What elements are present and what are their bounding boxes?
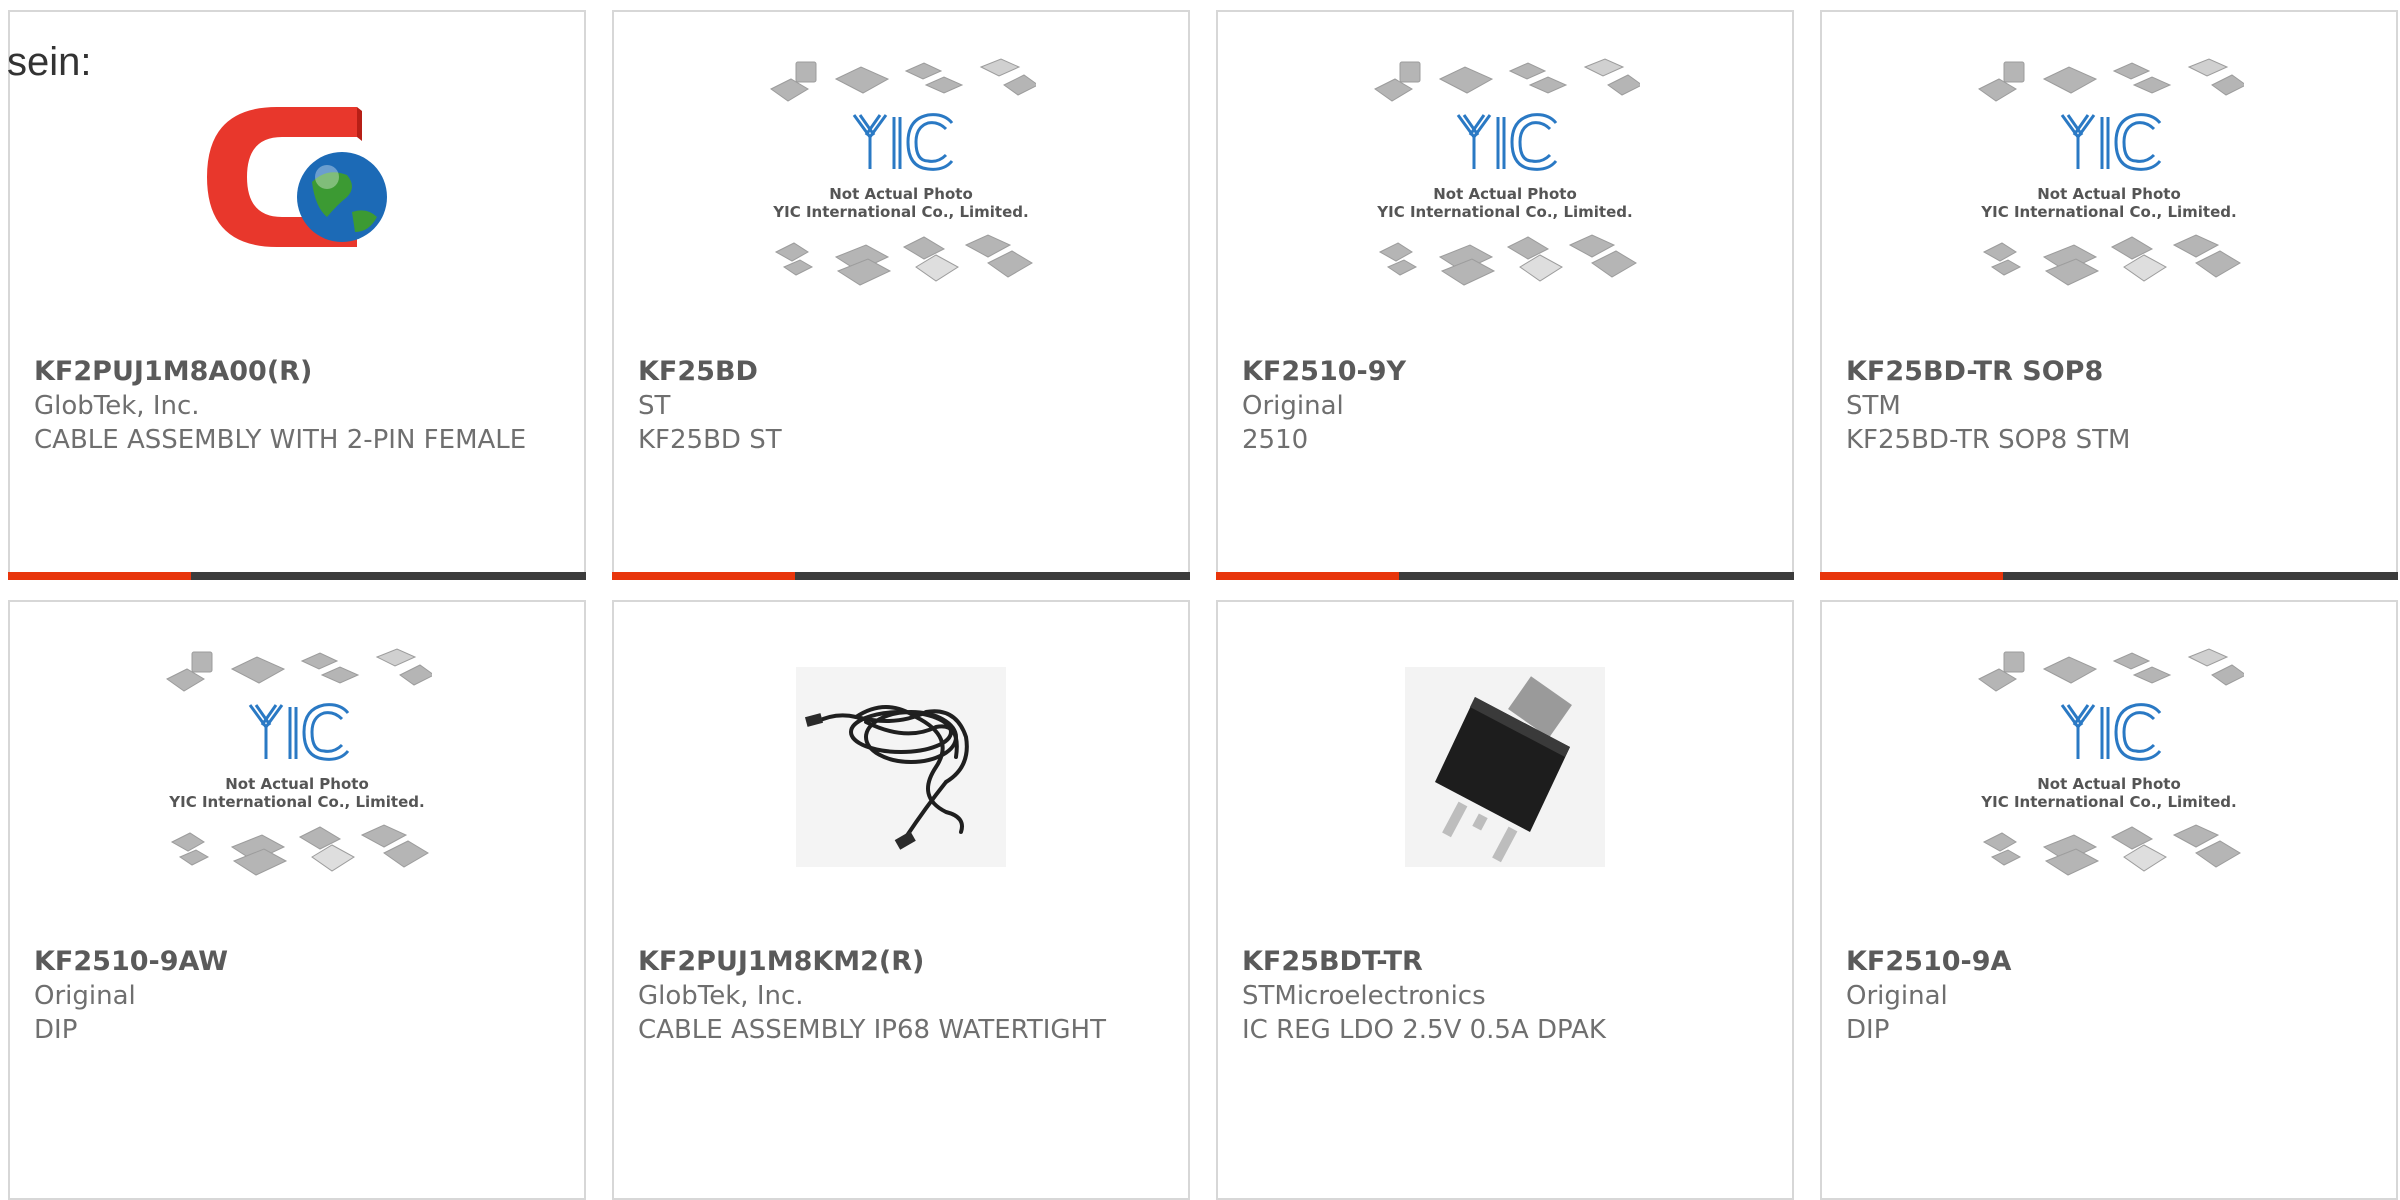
placeholder-caption: YIC International Co., Limited.	[168, 793, 424, 811]
yic-placeholder-icon: Not Actual Photo YIC International Co., …	[166, 648, 432, 876]
product-card[interactable]: Not Actual Photo YIC International Co., …	[612, 10, 1190, 580]
description: CABLE ASSEMBLY IP68 WATERTIGHT	[638, 1015, 1106, 1045]
card-bar	[1820, 572, 2398, 580]
manufacturer: STMicroelectronics	[1242, 981, 1486, 1011]
placeholder-caption: YIC International Co., Limited.	[1980, 203, 2236, 221]
part-number[interactable]: KF25BDT-TR	[1242, 945, 1772, 979]
description: KF25BD ST	[638, 425, 782, 455]
product-card[interactable]: Not Actual Photo YIC International Co., …	[8, 600, 586, 1200]
product-card[interactable]: KF25BDT-TR STMicroelectronics IC REG LDO…	[1216, 600, 1794, 1200]
product-card[interactable]: KF2PUJ1M8A00(R) GlobTek, Inc. CABLE ASSE…	[8, 10, 586, 580]
part-number[interactable]: KF2510-9Y	[1242, 355, 1772, 389]
product-image[interactable]	[614, 602, 1188, 932]
manufacturer: Original	[1242, 391, 1344, 421]
part-number[interactable]: KF25BD	[638, 355, 1168, 389]
product-card[interactable]: Not Actual Photo YIC International Co., …	[1216, 10, 1794, 580]
part-number[interactable]: KF2PUJ1M8A00(R)	[34, 355, 564, 389]
placeholder-caption: YIC International Co., Limited.	[772, 203, 1028, 221]
placeholder-caption: YIC International Co., Limited.	[1376, 203, 1632, 221]
part-number[interactable]: KF2PUJ1M8KM2(R)	[638, 945, 1168, 979]
card-bar	[1216, 572, 1794, 580]
placeholder-caption: Not Actual Photo	[829, 185, 973, 203]
description: 2510	[1242, 425, 1309, 455]
product-image[interactable]: Not Actual Photo YIC International Co., …	[1822, 602, 2396, 932]
placeholder-caption: Not Actual Photo	[2037, 185, 2181, 203]
description: DIP	[1846, 1015, 1890, 1045]
description: CABLE ASSEMBLY WITH 2-PIN FEMALE	[34, 425, 527, 455]
part-number[interactable]: KF25BD-TR SOP8	[1846, 355, 2376, 389]
product-card[interactable]: Not Actual Photo YIC International Co., …	[1820, 10, 2398, 580]
product-card[interactable]: Not Actual Photo YIC International Co., …	[1820, 600, 2398, 1200]
product-image[interactable]: Not Actual Photo YIC International Co., …	[614, 12, 1188, 342]
manufacturer: ST	[638, 391, 671, 421]
card-bar	[8, 572, 586, 580]
manufacturer: STM	[1846, 391, 1901, 421]
yic-placeholder-icon: Not Actual Photo YIC International Co., …	[1978, 648, 2244, 876]
description: IC REG LDO 2.5V 0.5A DPAK	[1242, 1015, 1606, 1045]
product-image[interactable]	[1218, 602, 1792, 932]
placeholder-caption: Not Actual Photo	[225, 775, 369, 793]
part-number[interactable]: KF2510-9A	[1846, 945, 2376, 979]
placeholder-caption: Not Actual Photo	[1433, 185, 1577, 203]
manufacturer: Original	[34, 981, 136, 1011]
description: DIP	[34, 1015, 78, 1045]
card-bar	[612, 572, 1190, 580]
yic-placeholder-icon: Not Actual Photo YIC International Co., …	[1978, 58, 2244, 286]
product-card[interactable]: KF2PUJ1M8KM2(R) GlobTek, Inc. CABLE ASSE…	[612, 600, 1190, 1200]
manufacturer: GlobTek, Inc.	[638, 981, 804, 1011]
manufacturer: GlobTek, Inc.	[34, 391, 200, 421]
yic-placeholder-icon: Not Actual Photo YIC International Co., …	[1374, 58, 1640, 286]
product-image[interactable]: Not Actual Photo YIC International Co., …	[1822, 12, 2396, 342]
manufacturer: Original	[1846, 981, 1948, 1011]
dpak-chip-icon	[1405, 667, 1605, 867]
product-image[interactable]: Not Actual Photo YIC International Co., …	[1218, 12, 1792, 342]
yic-placeholder-icon: Not Actual Photo YIC International Co., …	[770, 58, 1036, 286]
cable-icon	[796, 667, 1006, 867]
placeholder-caption: Not Actual Photo	[2037, 775, 2181, 793]
intro-text: sein:	[7, 40, 92, 84]
product-image[interactable]: Not Actual Photo YIC International Co., …	[10, 602, 584, 932]
product-image[interactable]	[10, 12, 584, 342]
part-number[interactable]: KF2510-9AW	[34, 945, 564, 979]
description: KF25BD-TR SOP8 STM	[1846, 425, 2131, 455]
placeholder-caption: YIC International Co., Limited.	[1980, 793, 2236, 811]
product-grid: KF2PUJ1M8A00(R) GlobTek, Inc. CABLE ASSE…	[0, 0, 2400, 1200]
globtek-logo-icon	[207, 107, 387, 247]
